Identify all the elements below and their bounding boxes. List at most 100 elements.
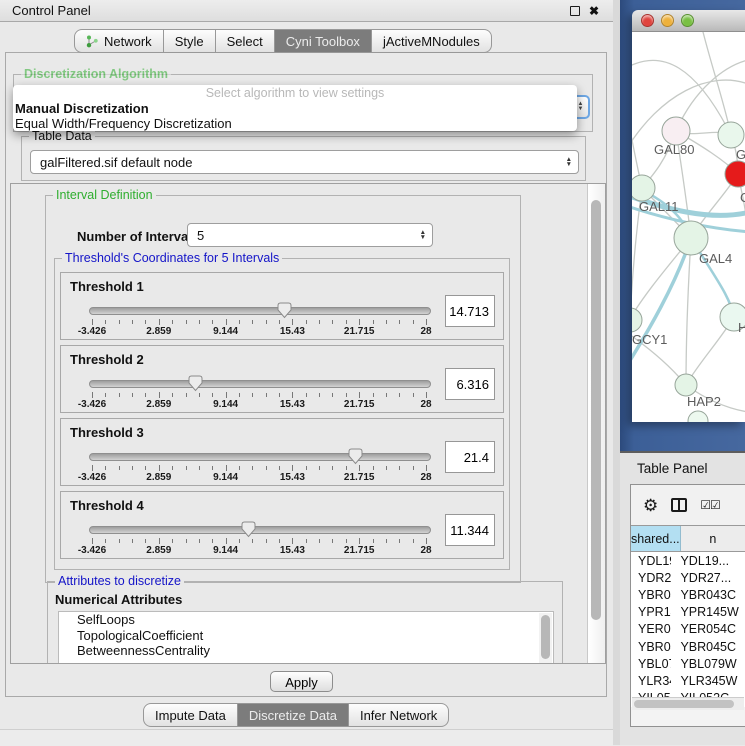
network-edge[interactable] xyxy=(702,32,731,135)
table-horizontal-scrollbar[interactable] xyxy=(632,697,744,710)
control-panel: Control Panel ✖ Network Style Select Cyn… xyxy=(0,0,613,745)
numerical-attributes-label: Numerical Attributes xyxy=(55,592,182,607)
algorithm-dropdown-popup: Select algorithm to view settings Manual… xyxy=(13,85,577,131)
threshold-value-input[interactable] xyxy=(445,514,495,546)
table-row[interactable]: YLR345WYLR345W xyxy=(631,672,745,689)
minimize-traffic-light-icon[interactable] xyxy=(661,14,674,27)
network-node[interactable] xyxy=(688,411,708,422)
algorithm-option-equal-width[interactable]: Equal Width/Frequency Discretization xyxy=(13,116,577,131)
threshold-value-input[interactable] xyxy=(445,295,495,327)
network-view-window: GAL80GCGAL11GAL4GCY1HHAP2 xyxy=(632,10,745,422)
attribute-item[interactable]: BetweennessCentrality xyxy=(59,643,553,659)
node-label: H xyxy=(738,320,745,335)
algorithm-option-manual[interactable]: Manual Discretization xyxy=(13,101,577,116)
tab-jactivemnodules[interactable]: jActiveMNodules xyxy=(372,29,492,53)
apply-button[interactable]: Apply xyxy=(270,671,333,692)
attributes-scrollbar[interactable] xyxy=(539,613,552,664)
select-columns-icon[interactable]: ☑☑ xyxy=(700,498,720,512)
table-row[interactable]: YPR145WYPR145W xyxy=(631,604,745,621)
table-data-group: Table Data galFiltered.sif default node … xyxy=(21,136,586,181)
number-of-intervals-label: Number of Intervals xyxy=(77,229,199,244)
network-node[interactable] xyxy=(632,308,642,332)
slider-track[interactable] xyxy=(89,380,431,388)
table-data-combobox[interactable]: galFiltered.sif default node ▲▼ xyxy=(30,150,579,174)
tick-label: 2.859 xyxy=(146,399,171,410)
close-icon[interactable]: ✖ xyxy=(589,5,599,17)
float-window-icon[interactable] xyxy=(570,6,580,16)
table-panel-titlebar: Table Panel xyxy=(620,451,745,484)
slider-thumb[interactable] xyxy=(347,448,364,465)
tick-label: 21.715 xyxy=(344,326,375,337)
table-row[interactable]: YBL079WYBL079W xyxy=(631,655,745,672)
slider-thumb[interactable] xyxy=(240,521,257,538)
slider-thumb[interactable] xyxy=(276,302,293,319)
split-columns-icon[interactable] xyxy=(671,498,687,512)
tick-label: 28 xyxy=(420,545,431,556)
network-edge[interactable] xyxy=(632,238,691,370)
threshold-value-input[interactable] xyxy=(445,441,495,473)
threshold-label: Threshold 3 xyxy=(70,425,144,440)
network-node[interactable] xyxy=(675,374,697,396)
algorithm-prompt-option[interactable]: Select algorithm to view settings xyxy=(13,86,577,101)
column-header-shared-name[interactable]: shared... xyxy=(631,526,681,551)
network-edge[interactable] xyxy=(686,238,691,385)
slider-track[interactable] xyxy=(89,453,431,461)
tick-label: 28 xyxy=(420,399,431,410)
slider-track[interactable] xyxy=(89,526,431,534)
tick-label: 2.859 xyxy=(146,472,171,483)
scrollbar-thumb[interactable] xyxy=(634,700,734,708)
tick-label: -3.426 xyxy=(78,399,106,410)
table-panel-window: ⚙ ☑☑ shared... n YDL19...YDL19...YDR27..… xyxy=(630,484,745,727)
table-row[interactable]: YBR045CYBR045C xyxy=(631,638,745,655)
tick-label: 15.43 xyxy=(280,472,305,483)
table-row[interactable]: YER054CYER054C xyxy=(631,621,745,638)
interval-definition-group: Interval Definition Number of Intervals … xyxy=(45,195,521,583)
table-row[interactable]: YBR043CYBR043C xyxy=(631,586,745,603)
numerical-attributes-list[interactable]: SelfLoops TopologicalCoefficient Between… xyxy=(58,611,554,664)
threshold-label: Threshold 2 xyxy=(70,352,144,367)
panel-divider[interactable] xyxy=(613,0,620,745)
threshold-value-input[interactable] xyxy=(445,368,495,400)
slider-track[interactable] xyxy=(89,307,431,315)
threshold-slider[interactable]: -3.4262.8599.14415.4321.71528 xyxy=(92,378,426,408)
slider-thumb[interactable] xyxy=(187,375,204,392)
table-row[interactable]: YDL19...YDL19... xyxy=(631,552,745,569)
threshold-slider[interactable]: -3.4262.8599.14415.4321.71528 xyxy=(92,451,426,481)
scrollbar-thumb[interactable] xyxy=(591,200,601,620)
tab-network[interactable]: Network xyxy=(74,29,164,53)
tab-style[interactable]: Style xyxy=(164,29,216,53)
network-node[interactable] xyxy=(718,122,744,148)
threshold-panel: Threshold 3 -3.4262.8599.14415.4321.7152… xyxy=(60,418,504,486)
settings-vertical-scrollbar[interactable] xyxy=(587,184,605,663)
table-row[interactable]: YDR27...YDR27... xyxy=(631,569,745,586)
combobox-arrows-icon: ▲▼ xyxy=(420,230,426,241)
node-label: G xyxy=(736,147,745,162)
tab-cyni-toolbox[interactable]: Cyni Toolbox xyxy=(275,29,372,53)
zoom-traffic-light-icon[interactable] xyxy=(681,14,694,27)
network-canvas[interactable]: GAL80GCGAL11GAL4GCY1HHAP2 xyxy=(632,32,745,422)
threshold-panel: Threshold 4 -3.4262.8599.14415.4321.7152… xyxy=(60,491,504,559)
close-traffic-light-icon[interactable] xyxy=(641,14,654,27)
table-panel-title: Table Panel xyxy=(637,461,708,476)
threshold-slider[interactable]: -3.4262.8599.14415.4321.71528 xyxy=(92,524,426,554)
column-header-name[interactable]: n xyxy=(681,526,745,551)
number-of-intervals-combobox[interactable]: 5 ▲▼ xyxy=(187,223,433,247)
network-node[interactable] xyxy=(662,117,690,145)
network-graph[interactable]: GAL80GCGAL11GAL4GCY1HHAP2 xyxy=(632,32,745,422)
tab-discretize-data[interactable]: Discretize Data xyxy=(238,703,349,727)
group-title: Interval Definition xyxy=(53,188,156,202)
network-node[interactable] xyxy=(674,221,708,255)
attribute-item[interactable]: TopologicalCoefficient xyxy=(59,628,553,644)
network-node[interactable] xyxy=(632,175,655,201)
tab-impute-data[interactable]: Impute Data xyxy=(143,703,238,727)
threshold-slider[interactable]: -3.4262.8599.14415.4321.71528 xyxy=(92,305,426,335)
bottom-tabbar: Impute Data Discretize Data Infer Networ… xyxy=(143,703,449,727)
tick-label: -3.426 xyxy=(78,326,106,337)
tab-select[interactable]: Select xyxy=(216,29,275,53)
tick-label: 15.43 xyxy=(280,545,305,556)
network-edge[interactable] xyxy=(676,60,745,131)
tab-infer-network[interactable]: Infer Network xyxy=(349,703,449,727)
tick-label: -3.426 xyxy=(78,472,106,483)
attribute-item[interactable]: SelfLoops xyxy=(59,612,553,628)
gear-icon[interactable]: ⚙ xyxy=(643,497,658,514)
